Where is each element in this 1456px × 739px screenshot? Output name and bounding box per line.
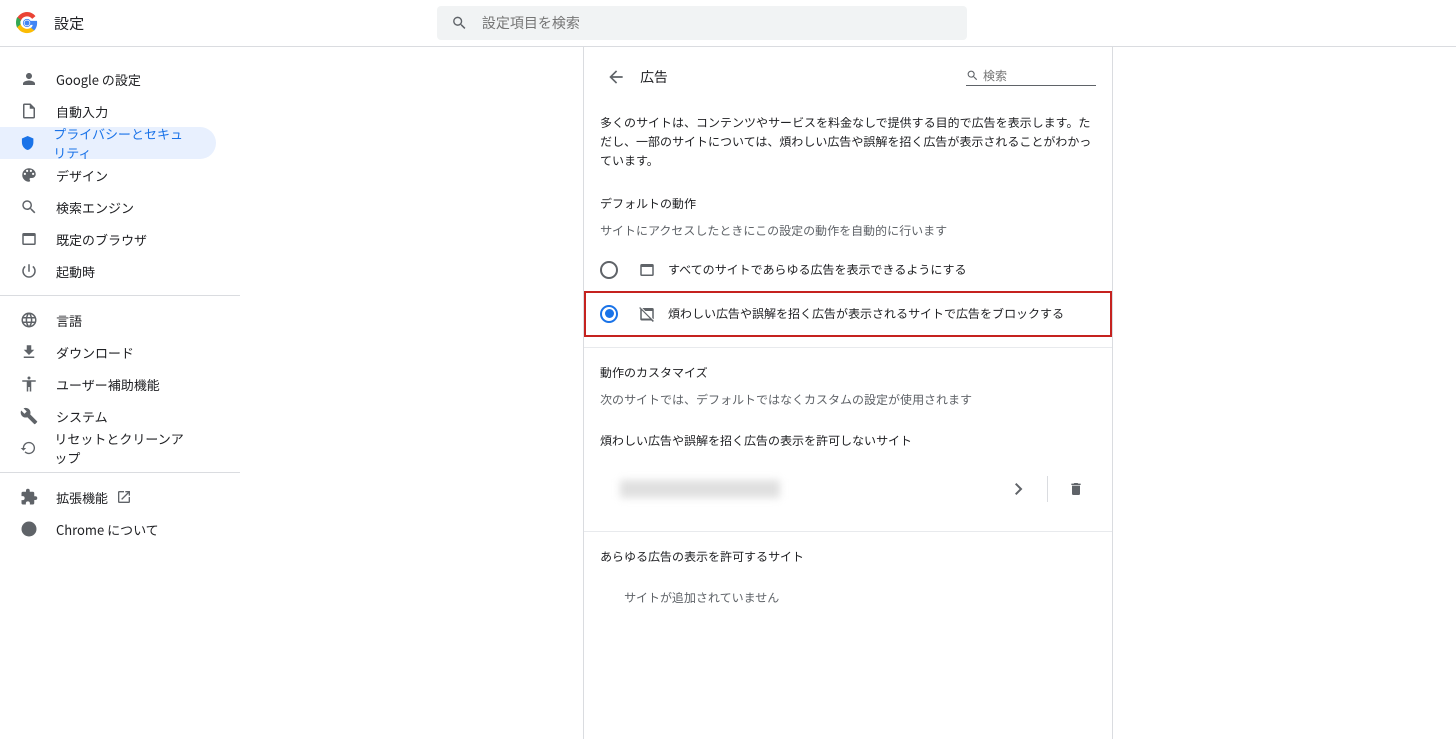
sidebar-label: 検索エンジン xyxy=(56,198,134,217)
back-button[interactable] xyxy=(600,61,632,93)
sidebar-label: 言語 xyxy=(56,311,82,330)
sidebar-label: ダウンロード xyxy=(56,343,134,362)
divider xyxy=(584,347,1112,348)
header-title: 設定 xyxy=(54,13,84,34)
sidebar-label: Chrome について xyxy=(56,520,159,539)
sidebar-label: リセットとクリーンアップ xyxy=(54,429,196,467)
search-icon xyxy=(966,68,979,83)
sidebar-label: デザイン xyxy=(56,166,108,185)
frame-off-icon xyxy=(638,305,656,323)
sidebar: Google の設定 自動入力 プライバシーとセキュリティ デザイン 検索エンジ… xyxy=(0,47,240,739)
sidebar-label: Google の設定 xyxy=(56,70,141,89)
content-panel: 広告 多くのサイトは、コンテンツやサービスを料金なしで提供する目的で広告を表示し… xyxy=(583,47,1113,739)
sidebar-label: 自動入力 xyxy=(56,102,108,121)
sidebar-item-startup[interactable]: 起動時 xyxy=(0,255,216,287)
download-icon xyxy=(20,343,38,361)
search-icon xyxy=(451,14,468,32)
sidebar-item-reset[interactable]: リセットとクリーンアップ xyxy=(0,432,216,464)
inline-search-input[interactable] xyxy=(983,69,1096,83)
browser-icon xyxy=(20,230,38,248)
sidebar-item-autofill[interactable]: 自動入力 xyxy=(0,95,216,127)
custom-behavior-heading: 動作のカスタマイズ xyxy=(600,364,1096,381)
settings-search-input[interactable] xyxy=(482,15,953,31)
sidebar-label: システム xyxy=(56,407,108,426)
globe-icon xyxy=(20,311,38,329)
chrome-logo-icon xyxy=(16,12,38,34)
site-delete-button[interactable] xyxy=(1056,469,1096,509)
extension-icon xyxy=(20,488,38,506)
launch-icon xyxy=(116,489,132,505)
sidebar-item-search-engine[interactable]: 検索エンジン xyxy=(0,191,216,223)
allow-list-heading: あらゆる広告の表示を許可するサイト xyxy=(600,548,1096,565)
sidebar-item-download[interactable]: ダウンロード xyxy=(0,336,216,368)
default-behavior-heading: デフォルトの動作 xyxy=(600,195,1096,212)
sidebar-item-accessibility[interactable]: ユーザー補助機能 xyxy=(0,368,216,400)
restore-icon xyxy=(20,439,36,457)
block-list-heading: 煩わしい広告や誤解を招く広告の表示を許可しないサイト xyxy=(600,432,1096,449)
sidebar-item-extensions[interactable]: 拡張機能 xyxy=(0,481,216,513)
sidebar-label: 起動時 xyxy=(56,262,95,281)
palette-icon xyxy=(20,166,38,184)
divider xyxy=(1047,476,1048,502)
wrench-icon xyxy=(20,407,38,425)
arrow-back-icon xyxy=(606,67,626,87)
frame-icon xyxy=(638,261,656,279)
trash-icon xyxy=(1068,481,1084,497)
accessibility-icon xyxy=(20,375,38,393)
power-icon xyxy=(20,262,38,280)
sidebar-item-privacy[interactable]: プライバシーとセキュリティ xyxy=(0,127,216,159)
sidebar-item-language[interactable]: 言語 xyxy=(0,304,216,336)
custom-behavior-sub: 次のサイトでは、デフォルトではなくカスタムの設定が使用されます xyxy=(600,391,1096,408)
sidebar-label: 拡張機能 xyxy=(56,488,108,507)
blocked-site-row xyxy=(600,463,1096,515)
sidebar-label: プライバシーとセキュリティ xyxy=(53,124,196,162)
inline-search[interactable] xyxy=(966,68,1096,86)
divider xyxy=(584,531,1112,532)
chevron-right-icon xyxy=(1015,483,1023,495)
radio-label: すべてのサイトであらゆる広告を表示できるようにする xyxy=(668,261,966,278)
site-details-button[interactable] xyxy=(999,469,1039,509)
radio-label: 煩わしい広告や誤解を招く広告が表示されるサイトで広告をブロックする xyxy=(668,305,1064,322)
sidebar-label: ユーザー補助機能 xyxy=(56,375,160,394)
radio-allow-all[interactable]: すべてのサイトであらゆる広告を表示できるようにする xyxy=(600,249,1096,291)
sidebar-item-system[interactable]: システム xyxy=(0,400,216,432)
sidebar-item-about[interactable]: Chrome について xyxy=(0,513,216,545)
person-icon xyxy=(20,70,38,88)
search-icon xyxy=(20,198,38,216)
sidebar-label: 既定のブラウザ xyxy=(56,230,147,249)
radio-unchecked-icon xyxy=(600,261,618,279)
default-behavior-sub: サイトにアクセスしたときにこの設定の動作を自動的に行います xyxy=(600,222,1096,239)
autofill-icon xyxy=(20,102,38,120)
chrome-icon xyxy=(20,520,38,538)
radio-checked-icon xyxy=(600,305,618,323)
panel-title: 広告 xyxy=(640,67,966,87)
radio-block-intrusive[interactable]: 煩わしい広告や誤解を招く広告が表示されるサイトで広告をブロックする xyxy=(584,291,1112,337)
description-text: 多くのサイトは、コンテンツやサービスを料金なしで提供する目的で広告を表示します。… xyxy=(600,113,1096,171)
sidebar-item-default-browser[interactable]: 既定のブラウザ xyxy=(0,223,216,255)
shield-icon xyxy=(20,134,35,152)
empty-message: サイトが追加されていません xyxy=(600,575,1096,620)
sidebar-item-google[interactable]: Google の設定 xyxy=(0,63,216,95)
settings-search[interactable] xyxy=(437,6,967,40)
blurred-site-name xyxy=(620,480,780,498)
sidebar-item-design[interactable]: デザイン xyxy=(0,159,216,191)
